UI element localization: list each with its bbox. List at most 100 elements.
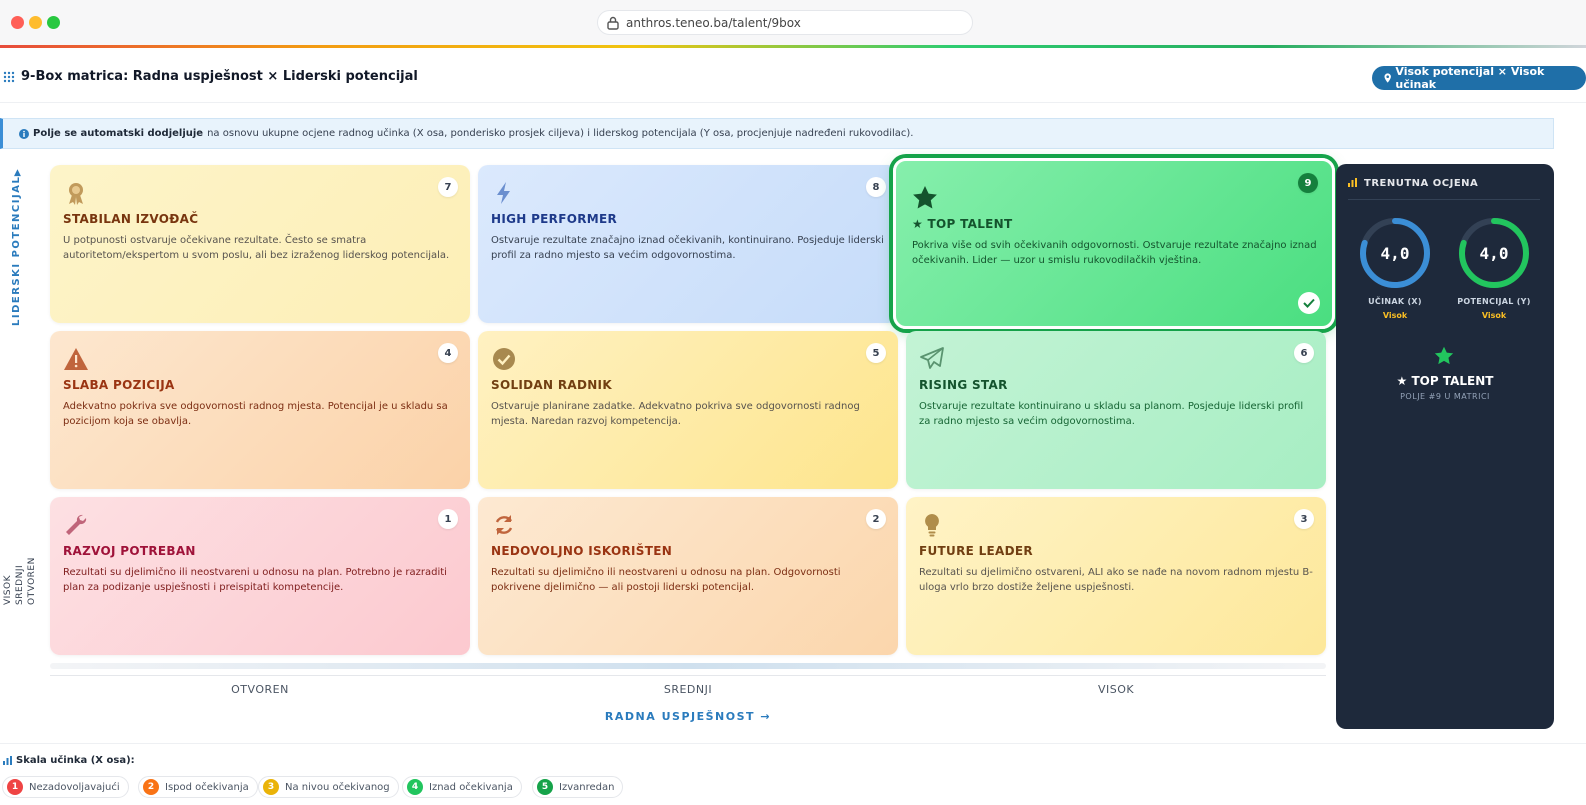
box-7[interactable]: 7 STABILAN IZVOĐAČ U potpunosti ostvaruj… [50, 165, 470, 323]
legend-item: 2 Ispod očekivanja [138, 776, 258, 798]
box-description: Rezultati su djelimično ili neostvareni … [491, 567, 841, 593]
legend-item-number: 4 [407, 779, 423, 795]
box-number: 1 [438, 509, 458, 529]
box-description: Ostvaruje rezultate kontinuirano u sklad… [919, 401, 1304, 427]
y-level-mid: SREDNJI [15, 564, 25, 605]
y-axis-label: LIDERSKI POTENCIJAL [11, 175, 22, 326]
minimize-window-button[interactable] [29, 16, 42, 29]
y-axis: ▲ LIDERSKI POTENCIJAL [11, 168, 31, 332]
box-number: 6 [1294, 343, 1314, 363]
star-icon [1434, 346, 1454, 365]
legend-item-label: Iznad očekivanja [429, 781, 513, 793]
box-title: SOLIDAN RADNIK [491, 378, 612, 392]
box-1[interactable]: 1 RAZVOJ POTREBAN Rezultati su djelimičn… [50, 497, 470, 655]
potential-level: Visok [1481, 311, 1507, 320]
legend-item: 3 Na nivou očekivanog [258, 776, 399, 798]
star-icon [913, 186, 937, 209]
current-rating-panel: TRENUTNA OCJENA 4,0 UČINAK (X) Visok 4,0… [1336, 164, 1554, 729]
refresh-icon [495, 515, 513, 535]
legend-item-label: Na nivou očekivanog [285, 781, 390, 793]
legend-item: 1 Nezadovoljavajući [2, 776, 129, 798]
info-icon [19, 128, 29, 139]
x-level-open: OTVOREN [231, 683, 289, 696]
bar-chart-icon [1348, 178, 1357, 187]
legend-title-row: Skala učinka (X osa): [3, 755, 135, 766]
x-level-high: VISOK [1097, 683, 1135, 696]
box-description: Rezultati su djelimično ili neostvareni … [63, 567, 447, 593]
browser-chrome: anthros.teneo.ba/talent/9box [0, 0, 1586, 46]
award-icon [69, 183, 83, 205]
box-2[interactable]: 2 NEDOVOLJNO ISKORIŠTEN Rezultati su dje… [478, 497, 898, 655]
bolt-icon [497, 182, 510, 204]
box-description: Ostvaruje rezultate značajno iznad očeki… [491, 235, 884, 261]
paper-plane-icon [920, 347, 944, 369]
box-number: 9 [1298, 173, 1318, 193]
legend-item-number: 3 [263, 779, 279, 795]
result-title: ★ TOP TALENT [1396, 374, 1494, 388]
legend-item-label: Ispod očekivanja [165, 781, 249, 793]
performance-gauge: 4,0 [1358, 216, 1432, 290]
box-description: U potpunosti ostvaruje očekivane rezulta… [63, 235, 450, 261]
box-6[interactable]: 6 RISING STAR Ostvaruje rezultate kontin… [906, 331, 1326, 489]
panel-title: TRENUTNA OCJENA [1364, 178, 1479, 189]
x-level-mid: SREDNJI [663, 683, 713, 696]
legend-item-number: 2 [143, 779, 159, 795]
page-title: 9-Box matrica: Radna uspješnost × Liders… [21, 69, 418, 84]
performance-level: Visok [1382, 311, 1408, 320]
url-text: anthros.teneo.ba/talent/9box [626, 15, 801, 30]
warning-icon [64, 348, 88, 370]
lightbulb-icon [925, 514, 939, 537]
box-description: Rezultati su djelimično ostvareni, ALI a… [919, 567, 1313, 593]
box-title: FUTURE LEADER [919, 544, 1033, 558]
potential-value: 4,0 [1479, 243, 1509, 263]
performance-value: 4,0 [1380, 243, 1410, 263]
info-banner: Polje se automatski dodjeljuje na osnovu… [0, 118, 1554, 149]
panel-header: TRENUTNA OCJENA [1348, 178, 1540, 200]
check-circle-icon [493, 348, 515, 370]
y-axis-levels: VISOK SREDNJI OTVOREN [3, 545, 43, 605]
divider [0, 743, 1586, 744]
info-text: na osnovu ukupne ocjene radnog učinka (X… [207, 128, 914, 139]
box-number: 8 [866, 177, 886, 197]
wrench-icon [66, 514, 87, 535]
placement-badge[interactable]: Visok potencijal × Visok učinak [1372, 65, 1586, 91]
performance-label: UČINAK (X) [1368, 297, 1422, 306]
box-3[interactable]: 3 FUTURE LEADER Rezultati su djelimično … [906, 497, 1326, 655]
box-5[interactable]: 5 SOLIDAN RADNIK Ostvaruje planirane zad… [478, 331, 898, 489]
x-axis-line [50, 675, 1326, 676]
box-number: 2 [866, 509, 886, 529]
placement-badge-label: Visok potencijal × Visok učinak [1395, 65, 1545, 91]
result-subtitle: POLJE #9 U MATRICI [1400, 392, 1490, 401]
box-title: ★ TOP TALENT [912, 217, 1013, 231]
address-bar[interactable]: anthros.teneo.ba/talent/9box [597, 10, 973, 35]
potential-label: POTENCIJAL (Y) [1457, 297, 1531, 306]
lock-icon [607, 16, 619, 30]
box-8[interactable]: 8 HIGH PERFORMER Ostvaruje rezultate zna… [478, 165, 898, 323]
y-level-open: OTVOREN [27, 557, 37, 605]
potential-gauge: 4,0 [1457, 216, 1531, 290]
close-window-button[interactable] [11, 16, 24, 29]
box-title: STABILAN IZVOĐAČ [63, 212, 199, 226]
box-9-selected[interactable]: 9 ★ TOP TALENT Pokriva više od svih oček… [893, 158, 1335, 329]
legend-item-number: 1 [7, 779, 23, 795]
grid-icon [3, 71, 15, 83]
box-number: 3 [1294, 509, 1314, 529]
legend-item-label: Nezadovoljavajući [29, 781, 120, 793]
y-level-high: VISOK [3, 574, 13, 605]
box-title: RAZVOJ POTREBAN [63, 544, 196, 558]
bar-chart-icon [3, 756, 12, 765]
box-description: Adekvatno pokriva sve odgovornosti radno… [63, 401, 448, 427]
maximize-window-button[interactable] [47, 16, 60, 29]
info-bold: Polje se automatski dodjeljuje [33, 128, 204, 139]
check-icon [1298, 292, 1320, 314]
box-description: Pokriva više od svih očekivanih odgovorn… [912, 240, 1317, 266]
box-title: HIGH PERFORMER [491, 212, 618, 226]
box-number: 5 [866, 343, 886, 363]
box-4[interactable]: 4 SLABA POZICIJA Adekvatno pokriva sve o… [50, 331, 470, 489]
box-title: SLABA POZICIJA [63, 378, 175, 392]
box-description: Ostvaruje planirane zadatke. Adekvatno p… [491, 401, 860, 427]
box-title: RISING STAR [919, 378, 1008, 392]
legend-item: 4 Iznad očekivanja [402, 776, 522, 798]
box-number: 4 [438, 343, 458, 363]
x-axis-bar [50, 663, 1326, 669]
